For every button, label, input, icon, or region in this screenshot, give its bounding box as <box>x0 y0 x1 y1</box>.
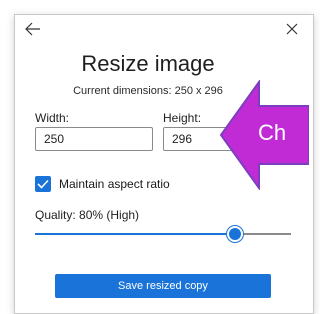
back-button[interactable] <box>21 17 45 41</box>
height-label: Height: <box>163 111 202 125</box>
checkmark-icon <box>37 179 49 189</box>
quality-slider-track <box>235 233 291 235</box>
dialog-title: Resize image <box>81 51 215 76</box>
quality-slider-thumb[interactable] <box>227 226 243 242</box>
back-arrow-icon <box>25 22 40 36</box>
width-label: Width: <box>35 111 70 125</box>
save-resized-copy-button[interactable]: Save resized copy <box>55 274 271 298</box>
maintain-aspect-checkbox[interactable] <box>35 176 51 192</box>
maintain-aspect-label: Maintain aspect ratio <box>59 177 170 191</box>
close-icon <box>286 23 298 35</box>
width-input[interactable] <box>35 127 153 151</box>
callout-text: Ch <box>258 120 287 145</box>
quality-label: Quality: 80% (High) <box>35 208 140 222</box>
maintain-aspect-row[interactable]: Maintain aspect ratio <box>35 176 170 192</box>
close-button[interactable] <box>280 17 304 41</box>
quality-slider-fill <box>35 233 235 235</box>
quality-slider[interactable] <box>35 223 291 245</box>
